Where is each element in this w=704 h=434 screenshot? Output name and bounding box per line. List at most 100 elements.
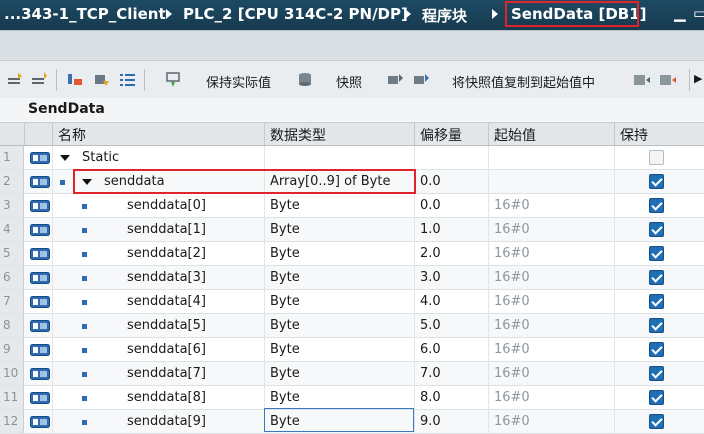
chevron-right-icon [166, 9, 172, 19]
retain-checkbox[interactable] [649, 366, 664, 381]
row-number[interactable]: 4 [0, 218, 24, 241]
retain-checkbox[interactable] [649, 390, 664, 405]
list-view-icon[interactable] [118, 71, 138, 89]
table-row[interactable]: 11 senddata[8] Byte 8.0 16#0 [0, 386, 704, 410]
cell-datatype[interactable]: Byte [270, 386, 300, 409]
copy-snapshot-to-start-button[interactable]: 将快照值复制到起始值中 [452, 72, 595, 91]
cell-start-value[interactable]: 16#0 [494, 218, 530, 241]
retain-checkbox[interactable] [649, 198, 664, 213]
column-header-offset[interactable]: 偏移量 [420, 125, 462, 145]
table-row[interactable]: 8 senddata[5] Byte 5.0 16#0 [0, 314, 704, 338]
table-row[interactable]: 5 senddata[2] Byte 2.0 16#0 [0, 242, 704, 266]
active-breadcrumb-highlight [505, 1, 639, 27]
keep-actual-values-button[interactable]: 保持实际值 [206, 72, 271, 91]
table-row[interactable]: 6 senddata[3] Byte 3.0 16#0 [0, 266, 704, 290]
cell-name[interactable]: senddata[6] [127, 338, 206, 361]
chevron-right-icon [492, 9, 498, 19]
breadcrumb-item-plc[interactable]: PLC_2 [CPU 314C-2 PN/DP] [183, 5, 408, 23]
cell-datatype[interactable]: Byte [270, 194, 300, 217]
retain-checkbox[interactable] [649, 174, 664, 189]
load-start-values-icon[interactable] [632, 71, 652, 89]
retain-checkbox[interactable] [649, 222, 664, 237]
row-number[interactable]: 9 [0, 338, 24, 361]
cell-name[interactable]: senddata[7] [127, 362, 206, 385]
retain-checkbox[interactable] [649, 270, 664, 285]
table-row[interactable]: 10 senddata[7] Byte 7.0 16#0 [0, 362, 704, 386]
retain-checkbox[interactable] [649, 294, 664, 309]
breadcrumb-item-project[interactable]: ...343-1_TCP_Client [4, 5, 166, 23]
retain-checkbox[interactable] [649, 150, 664, 165]
cell-start-value[interactable]: 16#0 [494, 338, 530, 361]
cell-name[interactable]: senddata[5] [127, 314, 206, 337]
row-number[interactable]: 2 [0, 170, 24, 193]
snapshot-button[interactable]: 快照 [336, 72, 362, 91]
insert-row-icon[interactable] [6, 71, 26, 89]
cell-start-value[interactable]: 16#0 [494, 314, 530, 337]
database-icon[interactable] [297, 71, 317, 89]
breadcrumb: ...343-1_TCP_Client PLC_2 [CPU 314C-2 PN… [0, 0, 704, 30]
cell-name[interactable]: senddata[1] [127, 218, 206, 241]
snapshot-load-icon[interactable] [386, 71, 406, 89]
add-row-icon[interactable] [30, 71, 50, 89]
cell-datatype[interactable]: Byte [270, 290, 300, 313]
cell-name[interactable]: senddata[3] [127, 266, 206, 289]
cell-datatype[interactable]: Byte [270, 218, 300, 241]
cell-start-value[interactable]: 16#0 [494, 410, 530, 433]
cell-name[interactable]: senddata[9] [127, 410, 206, 433]
row-number[interactable]: 10 [0, 362, 24, 385]
toolbar-overflow-icon[interactable]: ▶ [694, 72, 702, 85]
cell-offset: 2.0 [420, 246, 441, 261]
db-element-icon [30, 344, 50, 356]
row-number[interactable]: 5 [0, 242, 24, 265]
row-number[interactable]: 3 [0, 194, 24, 217]
cell-start-value[interactable]: 16#0 [494, 266, 530, 289]
load-to-actual-icon[interactable] [658, 71, 678, 89]
cell-datatype[interactable]: Byte [270, 242, 300, 265]
retain-checkbox[interactable] [649, 414, 664, 429]
table-row[interactable]: 9 senddata[6] Byte 6.0 16#0 [0, 338, 704, 362]
cell-offset: 0.0 [420, 198, 441, 213]
row-number[interactable]: 1 [0, 146, 24, 169]
breadcrumb-item-program-blocks[interactable]: 程序块 [422, 5, 467, 26]
retain-checkbox[interactable] [649, 246, 664, 261]
cell-start-value[interactable]: 16#0 [494, 194, 530, 217]
row-number[interactable]: 8 [0, 314, 24, 337]
table-row[interactable]: 3 senddata[0] Byte 0.0 16#0 [0, 194, 704, 218]
row-number[interactable]: 7 [0, 290, 24, 313]
cell-datatype[interactable]: Byte [270, 338, 300, 361]
cell-datatype[interactable]: Byte [270, 362, 300, 385]
column-header-start-value[interactable]: 起始值 [494, 125, 536, 145]
column-header-retain[interactable]: 保持 [620, 125, 648, 145]
cell-offset: 5.0 [420, 318, 441, 333]
cell-datatype[interactable]: Byte [270, 266, 300, 289]
cell-name[interactable]: senddata[4] [127, 290, 206, 313]
db-element-icon [30, 224, 50, 236]
cell-offset: 4.0 [420, 294, 441, 309]
cell-start-value[interactable]: 16#0 [494, 242, 530, 265]
row-number[interactable]: 11 [0, 386, 24, 409]
table-row[interactable]: 7 senddata[4] Byte 4.0 16#0 [0, 290, 704, 314]
table-row[interactable]: 4 senddata[1] Byte 1.0 16#0 [0, 218, 704, 242]
cell-name[interactable]: senddata[8] [127, 386, 206, 409]
retain-checkbox[interactable] [649, 318, 664, 333]
cell-start-value[interactable]: 16#0 [494, 362, 530, 385]
retain-checkbox[interactable] [649, 342, 664, 357]
cell-name[interactable]: Static [82, 146, 119, 169]
row-number[interactable]: 6 [0, 266, 24, 289]
table-row[interactable]: 1 Static [0, 146, 704, 170]
row-number[interactable]: 12 [0, 410, 24, 433]
expand-all-icon[interactable] [66, 71, 86, 89]
cell-name[interactable]: senddata[2] [127, 242, 206, 265]
cell-start-value[interactable]: 16#0 [494, 386, 530, 409]
column-header-name[interactable]: 名称 [58, 125, 86, 145]
restore-icon[interactable]: ▭ [693, 4, 704, 22]
minimize-icon[interactable]: ▁ [674, 4, 686, 22]
cell-start-value[interactable]: 16#0 [494, 290, 530, 313]
cell-name[interactable]: senddata[0] [127, 194, 206, 217]
snapshot-copy-icon[interactable] [412, 71, 432, 89]
monitor-values-icon[interactable] [164, 71, 184, 89]
column-header-datatype[interactable]: 数据类型 [270, 125, 326, 145]
cell-datatype[interactable]: Byte [270, 314, 300, 337]
collapse-all-icon[interactable] [92, 71, 112, 89]
collapse-toggle-icon[interactable] [60, 155, 70, 161]
